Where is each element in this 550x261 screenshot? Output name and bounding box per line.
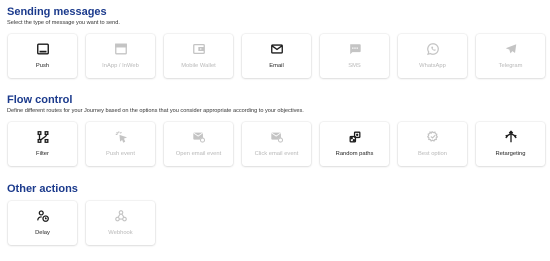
card-best-option: Best option <box>398 122 467 166</box>
card-push-event: Push event <box>86 122 155 166</box>
card-email[interactable]: Email <box>242 34 311 78</box>
card-open-email-event: Open email event <box>164 122 233 166</box>
card-mobile-wallet: Mobile Wallet <box>164 34 233 78</box>
card-inapp-inweb: InApp / InWeb <box>86 34 155 78</box>
telegram-icon <box>504 42 518 56</box>
delay-icon <box>36 209 50 223</box>
card-random-paths[interactable]: Random paths <box>320 122 389 166</box>
card-telegram: Telegram <box>476 34 545 78</box>
best-option-icon <box>426 130 440 144</box>
whatsapp-icon <box>426 42 440 56</box>
sms-icon <box>348 42 362 56</box>
card-webhook: Webhook <box>86 201 155 245</box>
sending-messages-subtitle: Select the type of message you want to s… <box>7 20 120 26</box>
inapp-icon <box>114 42 128 56</box>
card-sms: SMS <box>320 34 389 78</box>
card-label: SMS <box>348 63 361 69</box>
other-actions-title: Other actions <box>7 183 78 195</box>
filter-icon <box>36 130 50 144</box>
flow-control-title: Flow control <box>7 94 73 106</box>
push-event-icon <box>114 130 128 144</box>
card-label: Webhook <box>108 230 133 236</box>
click-email-event-icon <box>270 130 284 144</box>
card-label: Open email event <box>175 151 222 157</box>
email-icon <box>270 42 284 56</box>
card-label: Best option <box>417 151 447 157</box>
random-paths-icon <box>348 130 362 144</box>
card-label: Push event <box>105 151 135 157</box>
card-label: Email <box>269 63 284 69</box>
flow-control-subtitle: Define different routes for your Journey… <box>7 108 304 114</box>
card-click-email-event: Click email event <box>242 122 311 166</box>
card-filter[interactable]: Filter <box>8 122 77 166</box>
sending-messages-section: Sending messages Select the type of mess… <box>7 6 550 27</box>
card-push[interactable]: Push <box>8 34 77 78</box>
push-icon <box>36 42 50 56</box>
card-label: InApp / InWeb <box>102 63 139 69</box>
card-label: Random paths <box>335 151 374 157</box>
retargeting-icon <box>504 130 518 144</box>
card-label: Retargeting <box>495 151 526 157</box>
wallet-icon <box>192 42 206 56</box>
card-label: Telegram <box>498 63 523 69</box>
open-email-event-icon <box>192 130 206 144</box>
card-label: Push <box>35 63 50 69</box>
flow-control-section: Flow control Define different routes for… <box>7 94 550 115</box>
card-retargeting[interactable]: Retargeting <box>476 122 545 166</box>
sending-messages-title: Sending messages <box>7 6 107 18</box>
webhook-icon <box>114 209 128 223</box>
card-whatsapp: WhatsApp <box>398 34 467 78</box>
card-delay[interactable]: Delay <box>8 201 77 245</box>
card-label: Mobile Wallet <box>181 63 216 69</box>
other-actions-section: Other actions <box>7 183 550 195</box>
card-label: Filter <box>36 151 49 157</box>
card-label: Delay <box>35 230 50 236</box>
card-label: Click email event <box>254 151 299 157</box>
card-label: WhatsApp <box>419 63 446 69</box>
